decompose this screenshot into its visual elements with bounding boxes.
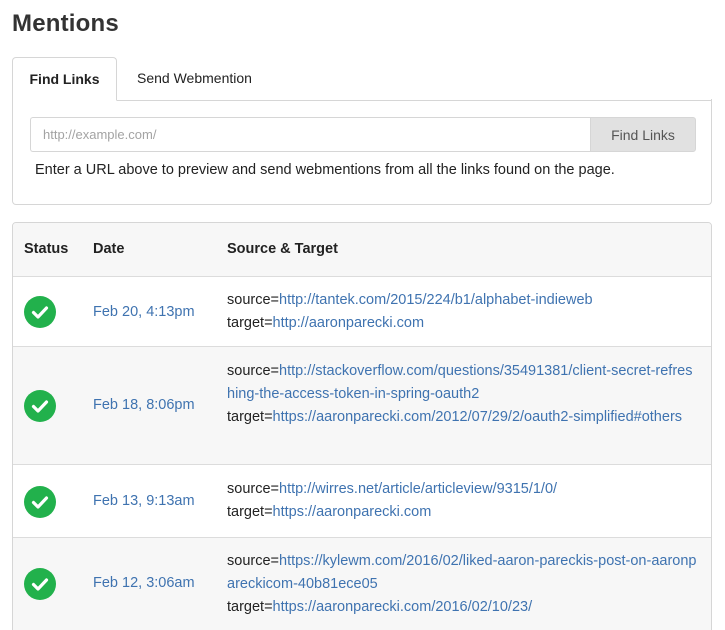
target-label: target= — [227, 409, 273, 425]
source-label: source= — [227, 292, 279, 308]
target-label: target= — [227, 315, 273, 331]
mention-date-link[interactable]: Feb 20, 4:13pm — [93, 304, 195, 320]
column-header-source-target: Source & Target — [227, 241, 338, 257]
source-link[interactable]: http://stackoverflow.com/questions/35491… — [227, 363, 692, 402]
target-link[interactable]: http://aaronparecki.com — [273, 315, 425, 331]
source-target-cell: source=http://stackoverflow.com/question… — [227, 360, 697, 429]
mention-date-link[interactable]: Feb 18, 8:06pm — [93, 397, 195, 413]
success-check-icon — [24, 486, 56, 518]
success-check-icon — [24, 390, 56, 422]
source-target-cell: source=https://kylewm.com/2016/02/liked-… — [227, 550, 697, 619]
success-check-icon — [24, 568, 56, 600]
mentions-table: Status Date Source & Target Feb 20, 4:13… — [12, 222, 712, 630]
table-header: Status Date Source & Target — [13, 223, 711, 277]
tab-bar: Find Links Send Webmention — [12, 57, 712, 101]
source-link[interactable]: https://kylewm.com/2016/02/liked-aaron-p… — [227, 553, 696, 592]
source-label: source= — [227, 363, 279, 379]
column-header-date: Date — [93, 241, 125, 257]
table-row: Feb 20, 4:13pm source=http://tantek.com/… — [13, 277, 711, 347]
target-link[interactable]: https://aaronparecki.com/2012/07/29/2/oa… — [273, 409, 682, 425]
source-label: source= — [227, 481, 279, 497]
target-label: target= — [227, 504, 273, 520]
source-label: source= — [227, 553, 279, 569]
mention-date-link[interactable]: Feb 13, 9:13am — [93, 493, 195, 509]
find-links-button[interactable]: Find Links — [590, 117, 696, 152]
table-row: Feb 13, 9:13am source=http://wirres.net/… — [13, 465, 711, 538]
target-link[interactable]: https://aaronparecki.com — [273, 504, 432, 520]
find-links-panel: Find Links Enter a URL above to preview … — [12, 99, 712, 205]
mentions-page: Mentions Find Links Send Webmention Find… — [0, 0, 725, 630]
url-input[interactable] — [30, 117, 590, 152]
target-link[interactable]: https://aaronparecki.com/2016/02/10/23/ — [273, 599, 533, 615]
column-header-status: Status — [24, 241, 69, 257]
success-check-icon — [24, 296, 56, 328]
table-row: Feb 18, 8:06pm source=http://stackoverfl… — [13, 347, 711, 465]
source-link[interactable]: http://wirres.net/article/articleview/93… — [279, 481, 557, 497]
tab-send-webmention[interactable]: Send Webmention — [137, 57, 252, 100]
tab-find-links[interactable]: Find Links — [12, 57, 117, 101]
source-link[interactable]: http://tantek.com/2015/224/b1/alphabet-i… — [279, 292, 593, 308]
source-target-cell: source=http://tantek.com/2015/224/b1/alp… — [227, 289, 697, 335]
find-links-hint: Enter a URL above to preview and send we… — [35, 162, 615, 178]
source-target-cell: source=http://wirres.net/article/article… — [227, 478, 697, 524]
table-row: Feb 12, 3:06am source=https://kylewm.com… — [13, 538, 711, 630]
mention-date-link[interactable]: Feb 12, 3:06am — [93, 575, 195, 591]
target-label: target= — [227, 599, 273, 615]
page-title: Mentions — [12, 10, 119, 37]
